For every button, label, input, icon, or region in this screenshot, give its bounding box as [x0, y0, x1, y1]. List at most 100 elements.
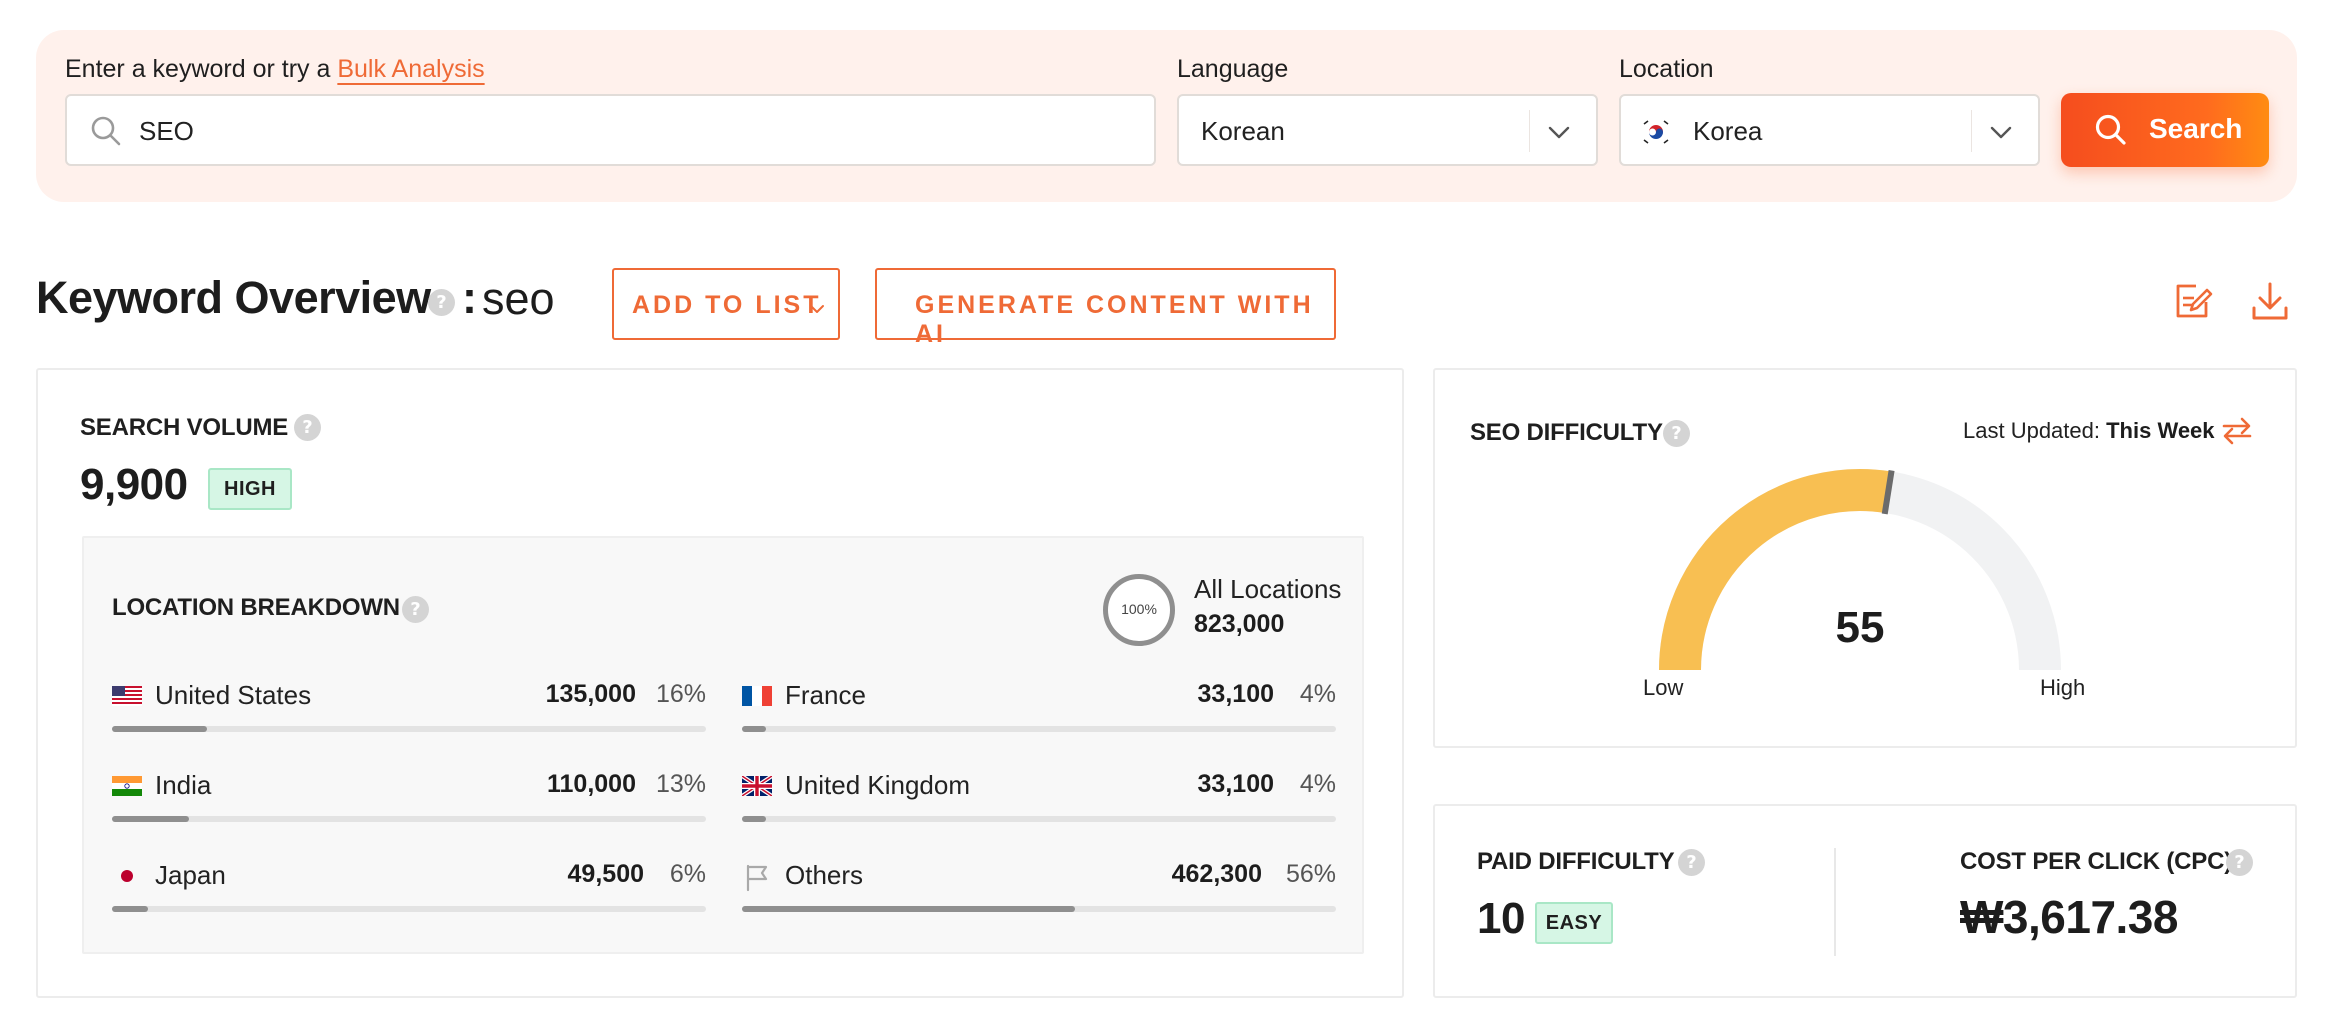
keyword-prompt: Enter a keyword or try a [65, 55, 331, 83]
gauge-high-label: High [2040, 675, 2086, 700]
location-share-fill [112, 726, 208, 732]
location-select[interactable]: Korea [1619, 94, 2040, 166]
location-volume: 462,300 [1171, 860, 1262, 888]
location-percent: 56% [1285, 860, 1336, 888]
all-locations-label: All Locations [1194, 574, 1342, 604]
language-select[interactable]: Korean [1177, 94, 1598, 166]
bulk-analysis-link[interactable]: Bulk Analysis [337, 55, 484, 83]
korea-flag-icon [1641, 117, 1671, 152]
search-volume-title: SEARCH VOLUME [80, 414, 289, 441]
search-icon [2093, 112, 2129, 153]
location-volume: 110,000 [547, 770, 636, 798]
uk-flag-icon [740, 774, 774, 798]
location-breakdown-title: LOCATION BREAKDOWN [112, 594, 400, 621]
notes-edit-icon[interactable] [2172, 280, 2214, 327]
location-share-fill [112, 816, 190, 822]
add-to-list-label: ADD TO LIST [632, 291, 822, 319]
location-name: India [155, 770, 212, 800]
chevron-down-icon [1545, 118, 1573, 151]
paid-difficulty-badge: EASY [1535, 902, 1613, 944]
location-row-united-states: United States 135,000 16% [112, 680, 706, 750]
location-name: France [785, 680, 866, 710]
search-button-label: Search [2149, 113, 2243, 144]
keyword-value[interactable]: SEO [139, 116, 194, 147]
help-icon[interactable]: ? [2226, 849, 2253, 876]
location-percent: 16% [655, 680, 706, 708]
help-icon[interactable]: ? [294, 414, 321, 441]
location-share-bar [112, 726, 706, 732]
location-volume: 49,500 [567, 860, 644, 888]
location-percent: 6% [669, 860, 706, 888]
location-percent: 4% [1299, 770, 1336, 798]
location-value: Korea [1693, 116, 1763, 146]
india-flag-icon [112, 776, 142, 796]
title-keyword: seo [482, 273, 555, 324]
location-share-fill [742, 816, 766, 822]
paid-difficulty-title: PAID DIFFICULTY [1477, 848, 1675, 875]
language-value: Korean [1201, 116, 1285, 146]
location-volume: 135,000 [545, 680, 636, 708]
keyword-field-label: Enter a keyword or try a Bulk Analysis [65, 55, 485, 84]
all-locations-value: 823,000 [1194, 610, 1285, 638]
location-name: Others [785, 860, 864, 890]
help-icon[interactable]: ? [402, 596, 429, 623]
cpc-title: COST PER CLICK (CPC) [1960, 848, 2233, 875]
location-share-bar [112, 906, 706, 912]
search-volume-value: 9,900 [80, 460, 188, 509]
generate-content-ai-label: GENERATE CONTENT WITH AI [915, 291, 1314, 348]
location-name: United States [155, 680, 312, 710]
last-updated-value: This Week [2106, 418, 2215, 443]
last-updated: Last Updated: This Week [1963, 418, 2215, 444]
location-share-fill [742, 726, 766, 732]
location-row-japan: Japan 49,500 6% [112, 860, 706, 930]
seo-difficulty-value: 55 [1835, 603, 1885, 652]
location-row-india: India 110,000 13% [112, 770, 706, 840]
metrics-divider [1834, 848, 1836, 956]
location-share-fill [742, 906, 1075, 912]
location-volume: 33,100 [1197, 770, 1274, 798]
gauge-low-label: Low [1643, 675, 1684, 700]
help-icon[interactable]: ? [1663, 420, 1690, 447]
title-colon: : [462, 272, 477, 323]
outline-flag-icon [742, 862, 772, 892]
seo-difficulty-title: SEO DIFFICULTY [1470, 419, 1663, 446]
all-locations-ring: 100% [1103, 574, 1175, 646]
us-flag-icon [112, 686, 142, 706]
help-icon[interactable]: ? [1678, 849, 1705, 876]
search-volume-card: SEARCH VOLUME ? 9,900 HIGH LOCATION BREA… [36, 368, 1404, 998]
location-share-bar [742, 906, 1336, 912]
help-icon[interactable]: ? [428, 289, 455, 316]
page-title: Keyword Overview [36, 272, 431, 323]
location-share-bar [742, 726, 1336, 732]
chevron-down-icon [808, 296, 826, 325]
volume-level-badge: HIGH [208, 468, 292, 510]
location-label: Location [1619, 55, 1714, 83]
location-share-bar [112, 816, 706, 822]
location-volume: 33,100 [1197, 680, 1274, 708]
location-row-united-kingdom: United Kingdom 33,100 4% [740, 770, 1336, 840]
japan-flag-icon [112, 866, 142, 886]
location-share-bar [742, 816, 1336, 822]
language-label: Language [1177, 55, 1289, 83]
download-icon[interactable] [2250, 280, 2290, 327]
last-updated-label: Last Updated: [1963, 418, 2100, 443]
keyword-search-panel: Enter a keyword or try a Bulk Analysis S… [36, 30, 2297, 202]
location-row-france: France 33,100 4% [742, 680, 1336, 750]
refresh-icon[interactable] [2218, 412, 2256, 455]
add-to-list-button[interactable]: ADD TO LIST [612, 268, 840, 340]
keyword-input[interactable]: SEO [65, 94, 1156, 166]
ring-label: 100% [1121, 601, 1157, 617]
chevron-down-icon [1987, 118, 2015, 151]
france-flag-icon [742, 686, 772, 706]
paid-difficulty-value: 10 [1477, 894, 1525, 943]
location-breakdown-panel: LOCATION BREAKDOWN ? 100% All Locations … [82, 536, 1364, 954]
location-percent: 4% [1299, 680, 1336, 708]
search-button[interactable]: Search [2061, 93, 2269, 167]
cpc-value: ₩3,617.38 [1960, 891, 2178, 943]
location-name: Japan [155, 860, 226, 890]
location-share-fill [112, 906, 148, 912]
location-name: United Kingdom [785, 770, 970, 800]
search-icon [89, 114, 123, 153]
location-percent: 13% [655, 770, 706, 798]
generate-content-ai-button[interactable]: GENERATE CONTENT WITH AI [875, 268, 1336, 348]
